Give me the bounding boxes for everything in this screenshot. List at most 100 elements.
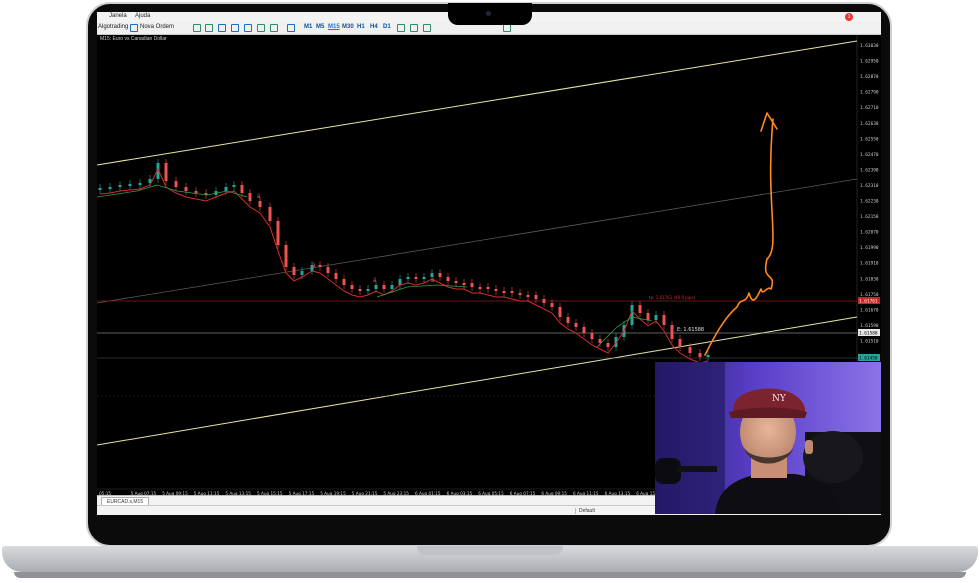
signal-arrow: ä: [373, 278, 377, 284]
candle-body: [534, 295, 538, 299]
timeframe-m1[interactable]: M1: [304, 24, 312, 30]
price-tick-label: 1.62230: [860, 199, 879, 205]
timeframe-h4[interactable]: H4: [370, 24, 378, 30]
candle-body: [118, 185, 122, 187]
period-icon[interactable]: [287, 24, 295, 32]
candle-body: [300, 271, 304, 275]
candle-body: [414, 277, 418, 279]
candle-body: [678, 339, 682, 347]
candle-body: [654, 315, 658, 320]
candle-body: [350, 285, 354, 289]
candle-body: [454, 281, 458, 283]
price-tick-label: 1.61590: [860, 323, 879, 329]
camera-notch: [448, 3, 532, 25]
candle-body: [486, 287, 490, 289]
candle-body: [224, 187, 228, 191]
candle-body: [438, 273, 442, 277]
settings-icon[interactable]: [503, 24, 511, 32]
candle-body: [268, 207, 272, 221]
candle-body: [258, 201, 262, 207]
notification-badge[interactable]: 1: [845, 13, 853, 21]
line-tool-icon[interactable]: [397, 24, 405, 32]
status-profile: Default: [575, 508, 595, 514]
candle-body: [326, 267, 330, 273]
timeframe-m5[interactable]: M5: [316, 24, 324, 30]
candle-body: [550, 303, 554, 307]
laptop-foot: [14, 572, 966, 578]
webcam-overlay: NY: [655, 362, 881, 514]
channel-upper-line: [97, 40, 858, 166]
candle-body: [630, 305, 634, 325]
candle-body: [98, 188, 102, 190]
price-tick-label: 1.61990: [860, 245, 879, 251]
camera-icon: [486, 11, 491, 16]
candle-body: [462, 283, 466, 285]
candle-body: [606, 343, 610, 347]
price-tick-label: 1.61670: [860, 307, 879, 313]
candle-body: [342, 279, 346, 285]
new-order-icon: [130, 24, 138, 32]
candle-body: [526, 295, 530, 297]
timeframe-m30[interactable]: M30: [342, 24, 354, 30]
price-tick-label: 1.62390: [860, 167, 879, 173]
moving-average-red: [99, 167, 709, 364]
candle-body: [164, 163, 168, 181]
candle-body: [494, 289, 498, 291]
crosshair-icon[interactable]: [410, 24, 418, 32]
algotrading-button[interactable]: Algotrading: [98, 24, 128, 30]
candle-body: [318, 265, 322, 267]
candle-body: [590, 333, 594, 339]
channel-mid-line: [97, 178, 858, 304]
price-tick-label: 1.61830: [860, 276, 879, 282]
price-tag-current: 1.61458: [859, 356, 878, 362]
candle-body: [574, 323, 578, 327]
candle-body: [334, 273, 338, 279]
candle-body: [688, 347, 692, 353]
menu-help[interactable]: Ajuda: [135, 13, 150, 19]
menu-window[interactable]: Janela: [109, 13, 127, 19]
price-tag-tp: 1.61761: [859, 299, 878, 305]
candle-body: [398, 279, 402, 285]
candle-body: [194, 191, 198, 193]
candle-body: [358, 289, 362, 291]
candle-body: [638, 305, 642, 313]
candle-body: [698, 353, 702, 357]
candle-body: [374, 285, 378, 289]
candle-body: [240, 185, 244, 193]
price-tick-label: 1.62470: [860, 152, 879, 158]
timeframe-d1[interactable]: D1: [383, 24, 391, 30]
price-tick-label: 1.62150: [860, 214, 879, 220]
candle-body: [390, 285, 394, 289]
price-tick-label: 1.62950: [860, 59, 879, 65]
signal-arrow: ä: [431, 278, 435, 284]
price-tick-label: 1.62070: [860, 230, 879, 236]
rectangle-tool-icon[interactable]: [423, 24, 431, 32]
drawn-projection-arrow: [704, 112, 778, 356]
price-tick-label: 1.62630: [860, 121, 879, 127]
indicator-icon[interactable]: [205, 24, 213, 32]
zoom-in-icon[interactable]: [218, 24, 226, 32]
entry-line-label: E: 1.61588: [677, 327, 704, 333]
grid-icon[interactable]: [193, 24, 201, 32]
candle-body: [232, 185, 236, 187]
new-order-button[interactable]: Nova Ordem: [140, 24, 174, 30]
autoscroll-icon[interactable]: [257, 24, 265, 32]
candle-body: [108, 187, 112, 189]
price-tick-label: 1.62790: [860, 90, 879, 96]
signal-arrow: ä: [257, 194, 261, 200]
candle-body: [502, 291, 506, 293]
price-tick-label: 1.61750: [860, 292, 879, 298]
candle-body: [128, 184, 132, 186]
candle-body: [706, 355, 710, 357]
zoom-out-icon[interactable]: [231, 24, 239, 32]
chart-shift-icon[interactable]: [270, 24, 278, 32]
candle-body: [248, 193, 252, 201]
price-tick-label: 1.62310: [860, 183, 879, 189]
tile-windows-icon[interactable]: [244, 24, 252, 32]
candle-body: [446, 277, 450, 281]
timeframe-m15[interactable]: M15: [328, 24, 340, 30]
candle-body: [566, 317, 570, 323]
candle-body: [382, 285, 386, 289]
price-tick-label: 1.62710: [860, 105, 879, 111]
timeframe-h1[interactable]: H1: [357, 24, 365, 30]
